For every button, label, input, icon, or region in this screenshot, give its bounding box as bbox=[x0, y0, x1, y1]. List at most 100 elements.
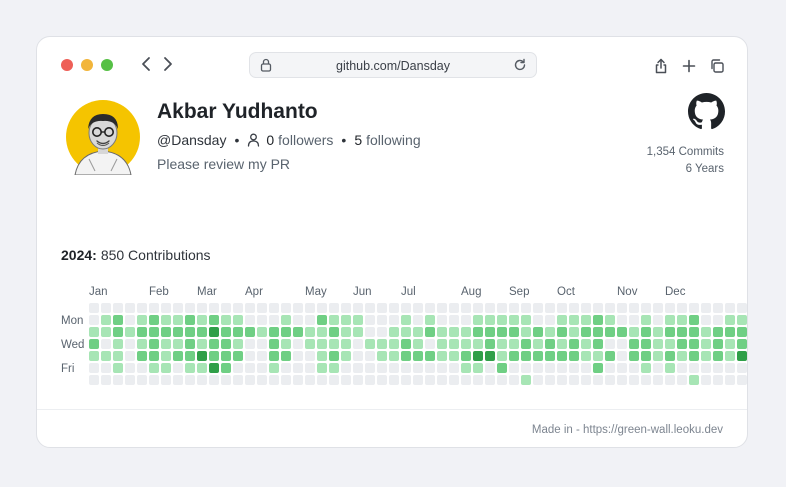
contribution-cell[interactable] bbox=[257, 339, 267, 349]
contribution-cell[interactable] bbox=[641, 351, 651, 361]
contribution-cell[interactable] bbox=[305, 363, 315, 373]
contribution-cell[interactable] bbox=[497, 327, 507, 337]
contribution-cell[interactable] bbox=[365, 339, 375, 349]
contribution-cell[interactable] bbox=[353, 351, 363, 361]
contribution-cell[interactable] bbox=[341, 339, 351, 349]
contribution-cell[interactable] bbox=[125, 327, 135, 337]
contribution-cell[interactable] bbox=[533, 303, 543, 313]
contribution-cell[interactable] bbox=[665, 363, 675, 373]
contribution-cell[interactable] bbox=[245, 327, 255, 337]
contribution-cell[interactable] bbox=[473, 339, 483, 349]
contribution-cell[interactable] bbox=[281, 315, 291, 325]
contribution-cell[interactable] bbox=[341, 351, 351, 361]
contribution-cell[interactable] bbox=[545, 315, 555, 325]
contribution-cell[interactable] bbox=[653, 363, 663, 373]
contribution-cell[interactable] bbox=[473, 327, 483, 337]
contribution-cell[interactable] bbox=[665, 303, 675, 313]
contribution-cell[interactable] bbox=[365, 363, 375, 373]
contribution-cell[interactable] bbox=[221, 303, 231, 313]
contribution-cell[interactable] bbox=[389, 351, 399, 361]
contribution-cell[interactable] bbox=[641, 327, 651, 337]
contribution-cell[interactable] bbox=[701, 315, 711, 325]
contribution-cell[interactable] bbox=[377, 315, 387, 325]
contribution-cell[interactable] bbox=[173, 327, 183, 337]
contribution-cell[interactable] bbox=[209, 363, 219, 373]
contribution-cell[interactable] bbox=[449, 315, 459, 325]
contribution-cell[interactable] bbox=[149, 351, 159, 361]
contribution-cell[interactable] bbox=[653, 327, 663, 337]
contribution-cell[interactable] bbox=[533, 363, 543, 373]
contribution-cell[interactable] bbox=[377, 375, 387, 385]
contribution-cell[interactable] bbox=[257, 363, 267, 373]
contribution-cell[interactable] bbox=[701, 327, 711, 337]
contribution-cell[interactable] bbox=[197, 327, 207, 337]
contribution-cell[interactable] bbox=[125, 351, 135, 361]
contribution-cell[interactable] bbox=[605, 315, 615, 325]
contribution-cell[interactable] bbox=[689, 363, 699, 373]
contribution-cell[interactable] bbox=[629, 315, 639, 325]
contribution-cell[interactable] bbox=[185, 303, 195, 313]
contribution-cell[interactable] bbox=[233, 339, 243, 349]
contribution-cell[interactable] bbox=[161, 315, 171, 325]
contribution-cell[interactable] bbox=[677, 363, 687, 373]
contribution-cell[interactable] bbox=[173, 315, 183, 325]
contribution-cell[interactable] bbox=[197, 303, 207, 313]
contribution-cell[interactable] bbox=[569, 303, 579, 313]
contribution-cell[interactable] bbox=[377, 351, 387, 361]
contribution-cell[interactable] bbox=[413, 315, 423, 325]
contribution-cell[interactable] bbox=[713, 315, 723, 325]
contribution-cell[interactable] bbox=[161, 375, 171, 385]
contribution-cell[interactable] bbox=[509, 303, 519, 313]
contribution-cell[interactable] bbox=[617, 351, 627, 361]
contribution-cell[interactable] bbox=[257, 303, 267, 313]
contribution-cell[interactable] bbox=[245, 315, 255, 325]
contribution-cell[interactable] bbox=[305, 339, 315, 349]
contribution-cell[interactable] bbox=[689, 327, 699, 337]
contribution-cell[interactable] bbox=[209, 351, 219, 361]
contribution-cell[interactable] bbox=[329, 303, 339, 313]
contribution-cell[interactable] bbox=[569, 339, 579, 349]
contribution-cell[interactable] bbox=[617, 303, 627, 313]
contribution-cell[interactable] bbox=[161, 351, 171, 361]
contribution-cell[interactable] bbox=[593, 315, 603, 325]
contribution-cell[interactable] bbox=[605, 339, 615, 349]
contribution-cell[interactable] bbox=[521, 315, 531, 325]
contribution-cell[interactable] bbox=[617, 375, 627, 385]
contribution-cell[interactable] bbox=[725, 339, 735, 349]
contribution-cell[interactable] bbox=[149, 327, 159, 337]
contribution-cell[interactable] bbox=[497, 303, 507, 313]
contribution-cell[interactable] bbox=[233, 351, 243, 361]
contribution-cell[interactable] bbox=[485, 351, 495, 361]
contribution-cell[interactable] bbox=[209, 315, 219, 325]
contribution-cell[interactable] bbox=[197, 363, 207, 373]
contribution-cell[interactable] bbox=[281, 339, 291, 349]
contribution-cell[interactable] bbox=[269, 339, 279, 349]
contribution-cell[interactable] bbox=[185, 315, 195, 325]
contribution-cell[interactable] bbox=[293, 339, 303, 349]
contribution-cell[interactable] bbox=[557, 327, 567, 337]
contribution-cell[interactable] bbox=[149, 339, 159, 349]
contribution-cell[interactable] bbox=[269, 351, 279, 361]
contribution-cell[interactable] bbox=[293, 351, 303, 361]
contribution-cell[interactable] bbox=[665, 339, 675, 349]
contribution-cell[interactable] bbox=[101, 303, 111, 313]
contribution-cell[interactable] bbox=[221, 351, 231, 361]
contribution-cell[interactable] bbox=[617, 363, 627, 373]
contribution-cell[interactable] bbox=[389, 339, 399, 349]
contribution-cell[interactable] bbox=[713, 339, 723, 349]
contribution-cell[interactable] bbox=[569, 375, 579, 385]
contribution-cell[interactable] bbox=[221, 339, 231, 349]
contribution-cell[interactable] bbox=[485, 315, 495, 325]
contribution-cell[interactable] bbox=[233, 315, 243, 325]
contribution-cell[interactable] bbox=[497, 351, 507, 361]
contribution-cell[interactable] bbox=[461, 375, 471, 385]
contribution-cell[interactable] bbox=[257, 375, 267, 385]
contribution-cell[interactable] bbox=[173, 339, 183, 349]
contribution-cell[interactable] bbox=[533, 327, 543, 337]
contribution-cell[interactable] bbox=[473, 303, 483, 313]
contribution-cell[interactable] bbox=[317, 363, 327, 373]
contribution-cell[interactable] bbox=[365, 303, 375, 313]
contribution-cell[interactable] bbox=[257, 315, 267, 325]
contribution-cell[interactable] bbox=[617, 315, 627, 325]
contribution-cell[interactable] bbox=[737, 315, 747, 325]
